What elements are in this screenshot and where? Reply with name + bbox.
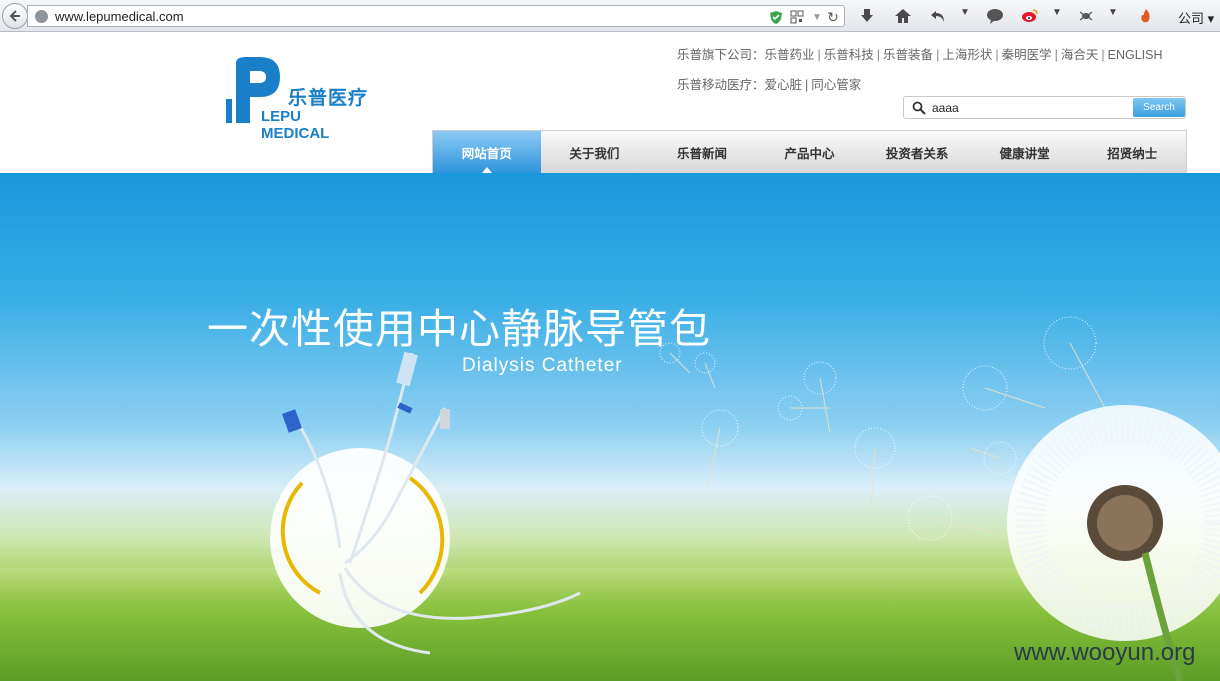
addon-icon[interactable] bbox=[1136, 6, 1156, 26]
globe-icon bbox=[35, 10, 48, 23]
undo-icon[interactable] bbox=[928, 6, 948, 26]
nav-item-news[interactable]: 乐普新闻 bbox=[648, 131, 756, 173]
nav-item-products[interactable]: 产品中心 bbox=[756, 131, 864, 173]
dropdown-icon[interactable]: ▼ bbox=[809, 9, 825, 25]
lepu-logo[interactable]: 乐普医疗 LEPU MEDICAL bbox=[226, 55, 371, 142]
reload-icon[interactable]: ↻ bbox=[825, 9, 841, 25]
subsidiaries-prefix: 乐普旗下公司： bbox=[677, 48, 765, 62]
banner-title: 一次性使用中心静脉导管包 bbox=[207, 305, 711, 353]
subsidiary-link[interactable]: 秦明医学 bbox=[1002, 48, 1052, 62]
search-input[interactable] bbox=[932, 99, 1132, 117]
mobile-link[interactable]: 同心管家 bbox=[811, 78, 861, 92]
subsidiary-link[interactable]: 上海形状 bbox=[942, 48, 992, 62]
back-arrow-icon bbox=[9, 10, 20, 22]
profile-label: 公司 bbox=[1178, 11, 1205, 26]
nav-item-about[interactable]: 关于我们 bbox=[541, 131, 649, 173]
nav-item-home[interactable]: 网站首页 bbox=[433, 131, 541, 173]
dandelion-seeds-image bbox=[270, 316, 1220, 681]
search-icon bbox=[912, 101, 926, 115]
shield-icon[interactable] bbox=[768, 9, 784, 25]
address-bar[interactable]: www.lepumedical.com ▼ ↻ bbox=[27, 5, 845, 27]
bug-dropdown-icon[interactable]: ▼ bbox=[1108, 7, 1118, 18]
profile-menu[interactable]: 公司 ▾ bbox=[1178, 8, 1214, 27]
subsidiary-links: 乐普旗下公司：乐普药业 | 乐普科技 | 乐普装备 | 上海形状 | 秦明医学 | 海合天 | ENGL… bbox=[677, 48, 1163, 62]
search-button[interactable]: Search bbox=[1133, 98, 1185, 117]
nav-item-careers[interactable]: 招贤纳士 bbox=[1078, 131, 1186, 173]
nav-item-health[interactable]: 健康讲堂 bbox=[971, 131, 1079, 173]
browser-toolbar: www.lepumedical.com ▼ ↻ ▼ ▼ ▼ 公司 ▾ bbox=[0, 0, 1220, 32]
undo-dropdown-icon[interactable]: ▼ bbox=[960, 7, 970, 18]
search-box: Search bbox=[903, 96, 1186, 119]
bug-icon[interactable] bbox=[1076, 6, 1096, 26]
site-header: 乐普医疗 LEPU MEDICAL 乐普旗下公司：乐普药业 | 乐普科技 | 乐普装备 |… bbox=[0, 33, 1220, 173]
hero-banner[interactable]: 一次性使用中心静脉导管包 Dialysis Catheter www.wooyu… bbox=[0, 173, 1220, 681]
url-text: www.lepumedical.com bbox=[55, 9, 184, 24]
subsidiary-link[interactable]: 海合天 bbox=[1061, 48, 1099, 62]
qrcode-icon[interactable] bbox=[789, 9, 805, 25]
mobile-links: 乐普移动医疗：爱心脏 | 同心管家 bbox=[677, 78, 862, 92]
chat-icon[interactable] bbox=[985, 6, 1005, 26]
logo-en-text: LEPU MEDICAL bbox=[261, 108, 330, 142]
logo-cn-text: 乐普医疗 bbox=[288, 88, 369, 109]
back-button[interactable] bbox=[2, 3, 28, 29]
subsidiary-link[interactable]: 乐普药业 bbox=[765, 48, 815, 62]
subsidiary-link[interactable]: 乐普装备 bbox=[883, 48, 933, 62]
weibo-icon[interactable] bbox=[1020, 6, 1040, 26]
mobile-link[interactable]: 爱心脏 bbox=[765, 78, 803, 92]
banner-subtitle: Dialysis Catheter bbox=[462, 355, 623, 376]
subsidiary-link[interactable]: 乐普科技 bbox=[824, 48, 874, 62]
english-link[interactable]: ENGLISH bbox=[1108, 48, 1163, 62]
nav-item-investors[interactable]: 投资者关系 bbox=[863, 131, 971, 173]
mobile-prefix: 乐普移动医疗： bbox=[677, 78, 765, 92]
weibo-dropdown-icon[interactable]: ▼ bbox=[1052, 7, 1062, 18]
home-icon[interactable] bbox=[893, 6, 913, 26]
watermark-text: www.wooyun.org bbox=[1014, 639, 1196, 666]
download-icon[interactable] bbox=[857, 6, 877, 26]
main-nav: 网站首页 关于我们 乐普新闻 产品中心 投资者关系 健康讲堂 招贤纳士 bbox=[432, 130, 1187, 173]
